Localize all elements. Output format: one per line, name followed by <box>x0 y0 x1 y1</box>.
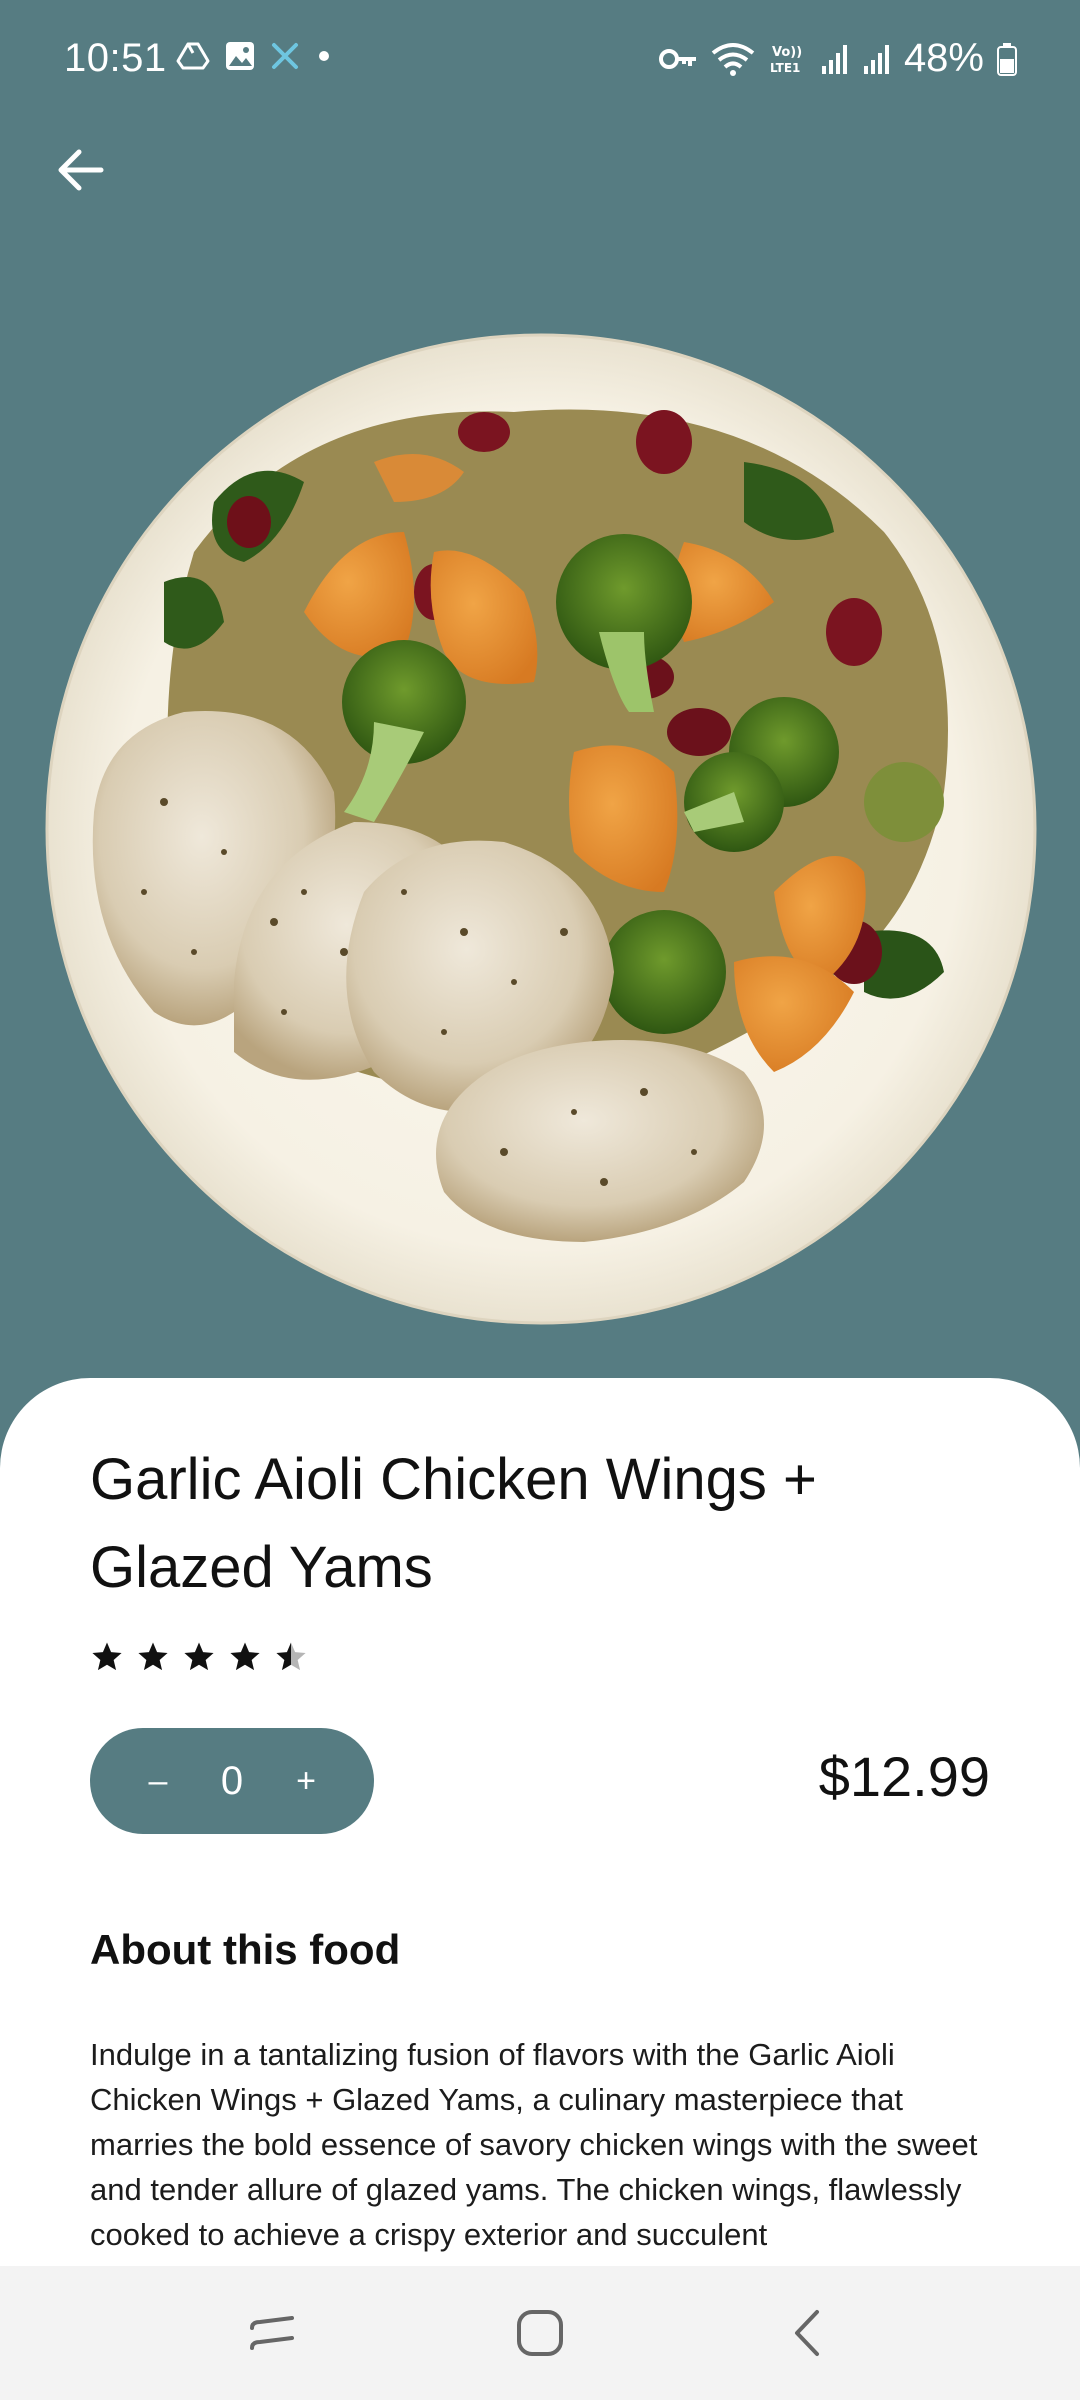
home-button[interactable] <box>495 2288 585 2378</box>
status-notification-icons <box>176 40 334 72</box>
signal-icon-2 <box>863 44 889 74</box>
quantity-value: 0 <box>220 1758 244 1803</box>
star-full-icon <box>92 1642 122 1671</box>
star-half-icon <box>276 1642 306 1671</box>
status-bar: 10:51 Vo)) LTE1 48% <box>0 0 1080 120</box>
status-system-icons: Vo)) LTE1 48% <box>658 36 1018 81</box>
about-heading: About this food <box>90 1926 401 1973</box>
star-rating <box>90 1640 308 1674</box>
recent-apps-icon <box>250 2316 295 2350</box>
decrement-button[interactable]: – <box>136 1762 180 1801</box>
increment-button[interactable]: + <box>284 1762 328 1801</box>
volte-icon: Vo)) LTE1 <box>770 45 802 75</box>
star-full-icon <box>184 1642 214 1671</box>
vpn-key-icon <box>658 48 696 69</box>
about-description: Indulge in a tantalizing fusion of flavo… <box>90 2037 978 2252</box>
quantity-stepper: – 0 + <box>90 1728 374 1834</box>
wifi-icon <box>711 42 755 76</box>
svg-text:Vo)): Vo)) <box>772 45 802 60</box>
nav-back-button[interactable] <box>762 2288 852 2378</box>
drive-icon <box>176 42 210 70</box>
svg-text:LTE1: LTE1 <box>770 61 800 75</box>
product-details-sheet: Garlic Aioli Chicken Wings + Glazed Yams… <box>0 1378 1080 2400</box>
gallery-icon <box>226 42 254 70</box>
price: $12.99 <box>818 1745 990 1808</box>
home-icon <box>516 2310 563 2356</box>
food-plate-illustration <box>45 333 1037 1325</box>
battery-icon <box>997 42 1017 76</box>
star-full-icon <box>138 1642 168 1671</box>
status-time: 10:51 <box>64 36 167 80</box>
arrow-left-icon <box>58 149 104 191</box>
x-app-icon <box>272 43 298 69</box>
food-title: Garlic Aioli Chicken Wings + Glazed Yams <box>90 1447 817 1600</box>
nav-back-icon <box>794 2310 819 2356</box>
star-full-icon <box>230 1642 260 1671</box>
recent-apps-button[interactable] <box>228 2288 318 2378</box>
back-button[interactable] <box>40 130 120 210</box>
dot-icon <box>319 51 329 61</box>
signal-icon-1 <box>821 44 847 74</box>
food-image <box>44 332 1038 1326</box>
battery-percentage: 48% <box>903 36 984 80</box>
system-nav-bar <box>0 2266 1080 2400</box>
